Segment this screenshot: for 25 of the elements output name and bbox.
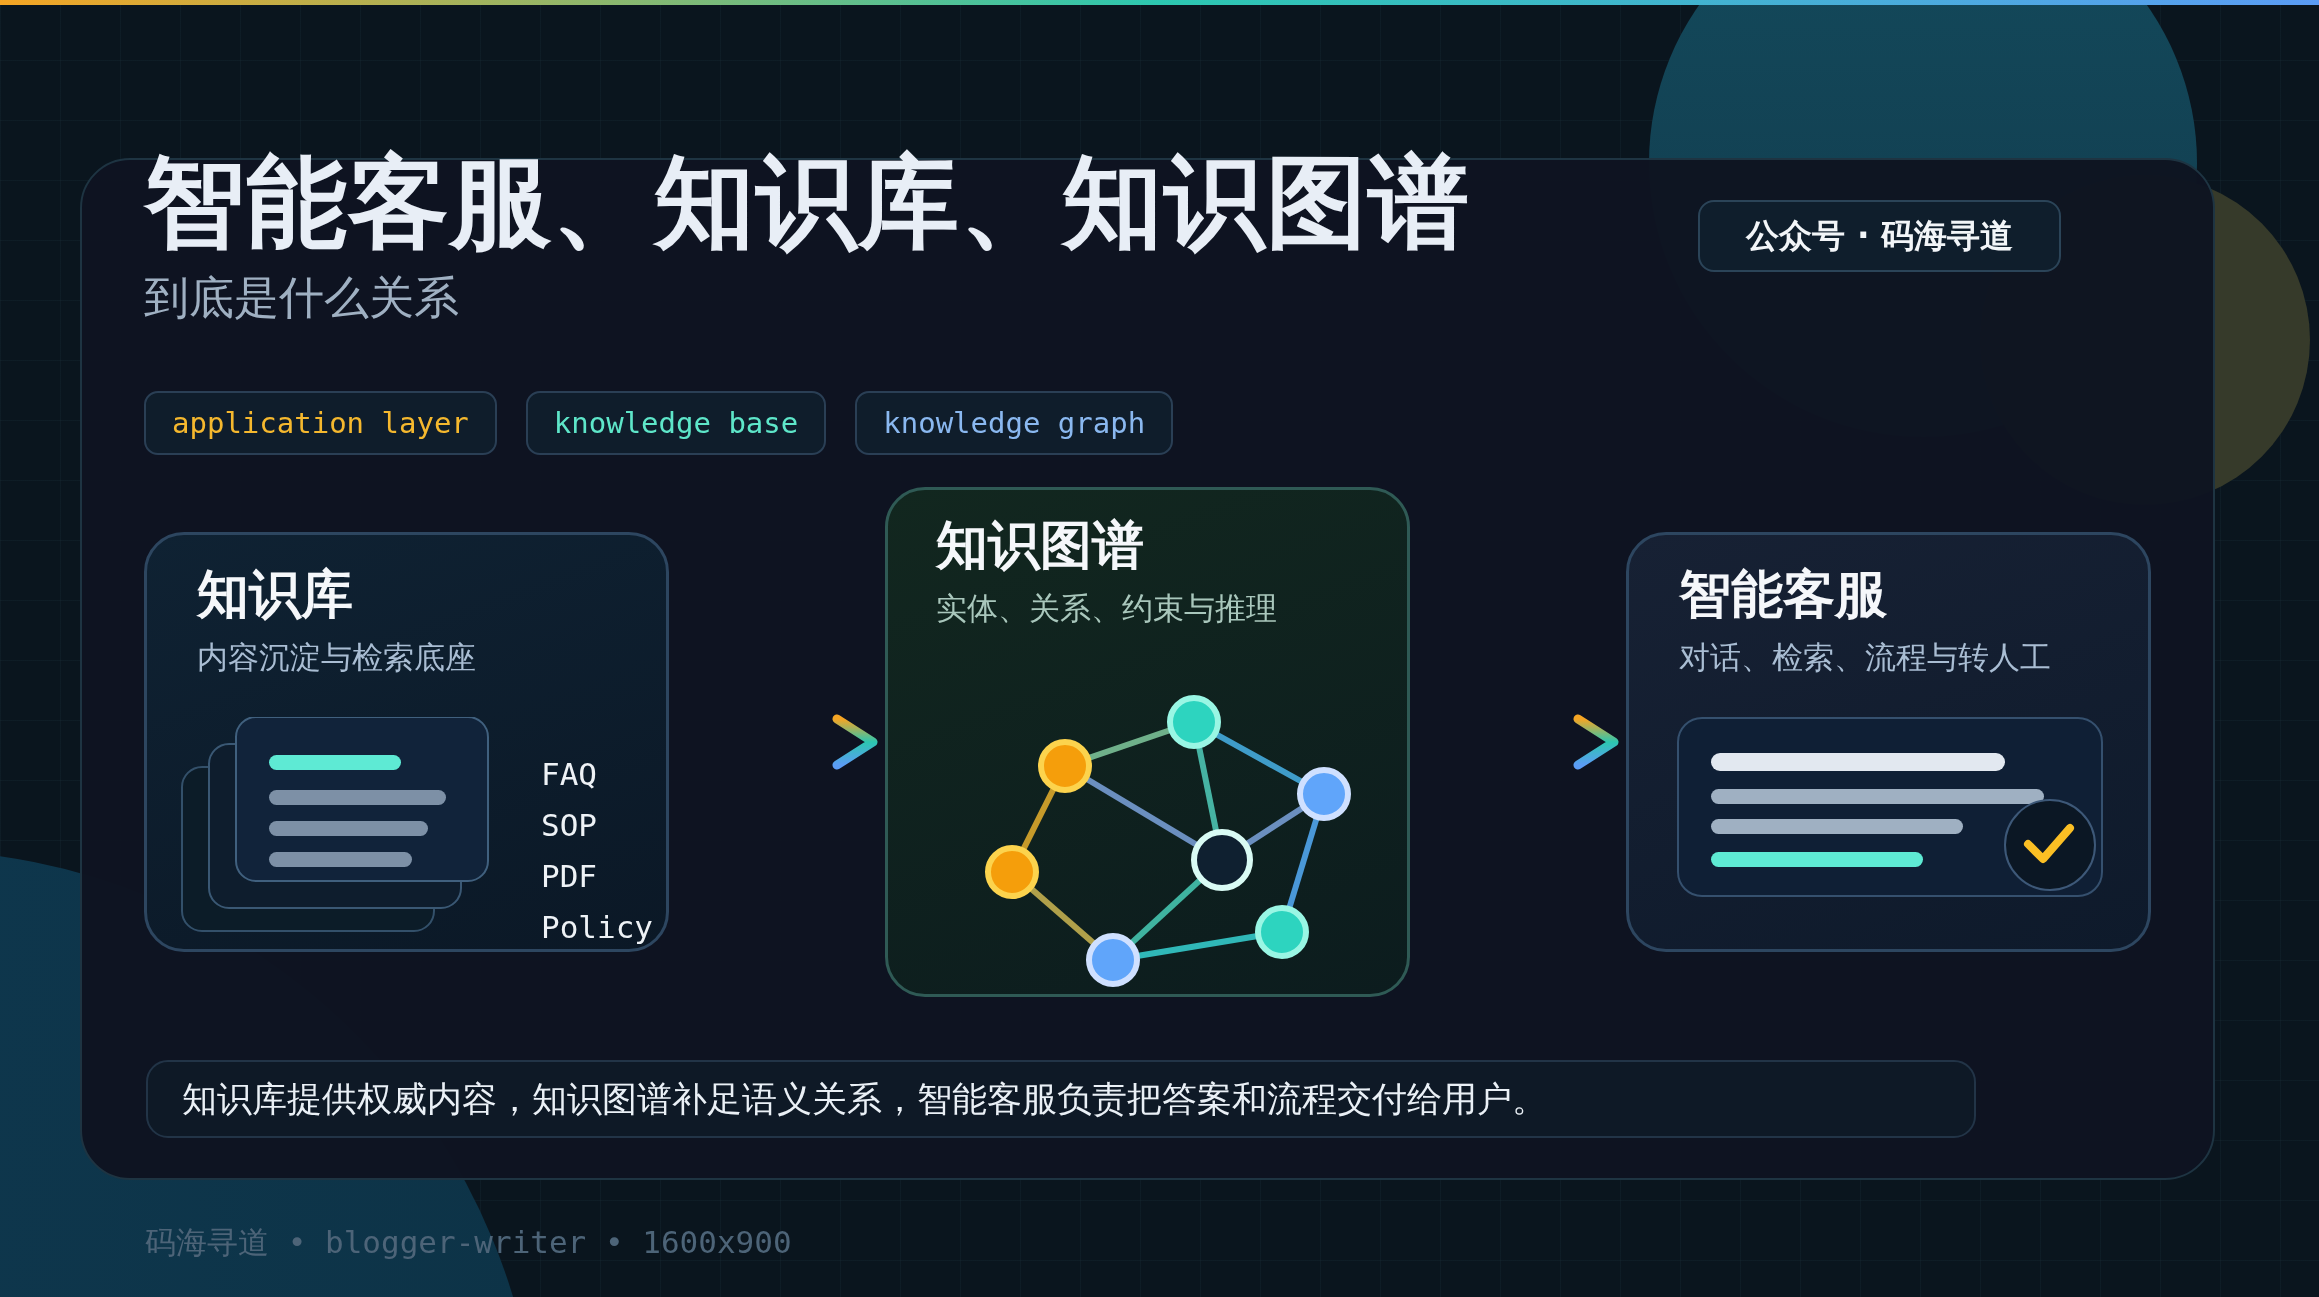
- tag: knowledge base: [525, 391, 827, 455]
- tag: knowledge graph: [855, 391, 1174, 455]
- footer-caption: 码海寻道 • blogger-writer • 1600x900: [145, 1223, 793, 1262]
- card-subtitle: 实体、关系、约束与推理: [936, 589, 1278, 628]
- summary-note: 知识库提供权威内容，知识图谱补足语义关系，智能客服负责把答案和流程交付给用户。: [146, 1060, 1976, 1138]
- graph-node: [1297, 767, 1351, 821]
- graph-node: [1167, 695, 1221, 749]
- card-title: 智能客服: [1679, 563, 1888, 626]
- card-title: 知识库: [197, 563, 354, 626]
- graph-node: [1038, 739, 1092, 793]
- page-subtitle: 到底是什么关系: [144, 270, 460, 326]
- card-subtitle: 内容沉淀与检索底座: [197, 638, 477, 677]
- document-type-label: SOP: [541, 806, 598, 845]
- document-type-label: Policy: [541, 908, 653, 947]
- card-title: 知识图谱: [936, 514, 1145, 577]
- graph-node: [985, 845, 1039, 899]
- tag: application layer: [144, 391, 497, 455]
- document-type-label: PDF: [541, 857, 598, 896]
- graph-node: [1191, 829, 1253, 891]
- account-badge: 公众号 · 码海寻道: [1698, 200, 2061, 272]
- document-type-label: FAQ: [541, 755, 598, 794]
- graph-node: [1086, 933, 1140, 987]
- page-title: 智能客服、知识库、知识图谱: [144, 142, 1470, 263]
- card-subtitle: 对话、检索、流程与转人工: [1679, 638, 2052, 677]
- graph-node: [1255, 905, 1309, 959]
